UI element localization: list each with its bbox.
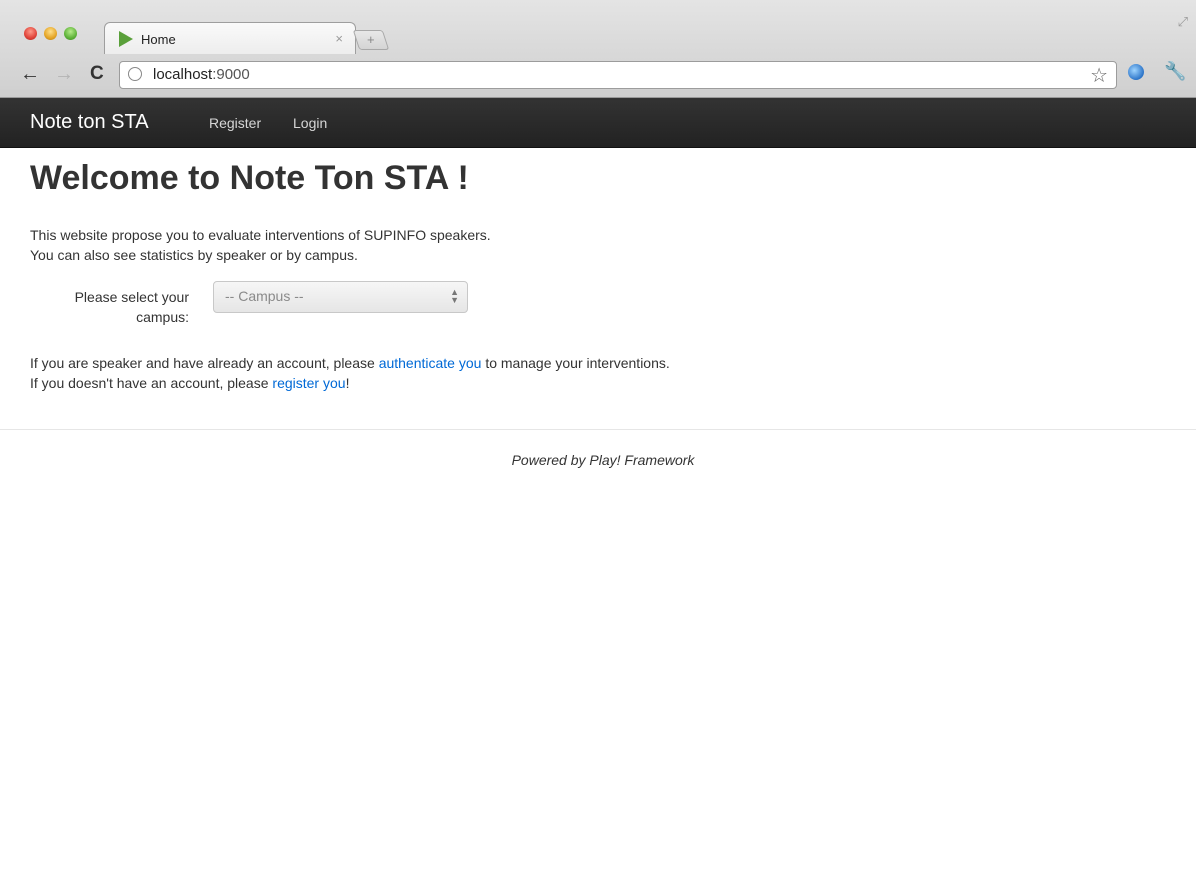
campus-label: Please select your campus: bbox=[74, 289, 189, 325]
wrench-icon[interactable]: 🔧 bbox=[1164, 61, 1186, 82]
plus-icon: + bbox=[367, 32, 375, 47]
campus-select[interactable]: -- Campus -- ▲ ▼ bbox=[213, 281, 468, 313]
globe-icon bbox=[128, 67, 142, 81]
site-navbar: Note ton STA Register Login bbox=[0, 98, 1196, 148]
info-line-authenticate: If you are speaker and have already an a… bbox=[30, 353, 670, 373]
url-text: localhost:9000 bbox=[153, 66, 250, 83]
info-text: ! bbox=[345, 375, 350, 391]
info-text: to manage your interventions. bbox=[481, 355, 670, 371]
account-info: If you are speaker and have already an a… bbox=[30, 353, 670, 393]
browser-toolbar: ← → C localhost:9000 ☆ 🔧 bbox=[0, 54, 1196, 97]
tab-title: Home bbox=[141, 32, 176, 47]
select-arrows-icon: ▲ ▼ bbox=[450, 287, 459, 305]
address-bar[interactable]: localhost:9000 ☆ bbox=[119, 61, 1117, 89]
forward-arrow-icon[interactable]: → bbox=[54, 61, 74, 87]
nav-register-link[interactable]: Register bbox=[209, 115, 261, 131]
zoom-window-button[interactable] bbox=[64, 27, 77, 40]
info-text: If you are speaker and have already an a… bbox=[30, 355, 379, 371]
minimize-window-button[interactable] bbox=[44, 27, 57, 40]
register-link[interactable]: register you bbox=[272, 375, 345, 391]
new-tab-button[interactable]: + bbox=[352, 30, 390, 50]
intro-text: This website propose you to evaluate int… bbox=[30, 225, 491, 265]
brand-logo[interactable]: Note ton STA bbox=[30, 111, 149, 134]
nav-login-link[interactable]: Login bbox=[293, 115, 327, 131]
campus-select-value: -- Campus -- bbox=[225, 288, 304, 304]
url-port: :9000 bbox=[212, 66, 250, 83]
footer-text: Powered by Play! Framework bbox=[511, 452, 695, 468]
intro-line: You can also see statistics by speaker o… bbox=[30, 247, 358, 263]
extension-globe-icon[interactable] bbox=[1128, 64, 1144, 80]
close-window-button[interactable] bbox=[24, 27, 37, 40]
back-arrow-icon[interactable]: ← bbox=[20, 61, 40, 87]
play-favicon-icon bbox=[119, 31, 133, 47]
bookmark-star-icon[interactable]: ☆ bbox=[1090, 63, 1108, 88]
page-title: Welcome to Note Ton STA ! bbox=[30, 159, 469, 197]
intro-line: This website propose you to evaluate int… bbox=[30, 227, 491, 243]
footer-divider bbox=[0, 429, 1196, 430]
reload-icon[interactable]: C bbox=[90, 61, 104, 87]
info-text: If you doesn't have an account, please bbox=[30, 375, 273, 391]
fullscreen-icon[interactable]: ⤢ bbox=[1178, 14, 1188, 30]
browser-tab[interactable]: Home × bbox=[104, 22, 356, 54]
tab-close-icon[interactable]: × bbox=[335, 31, 343, 46]
info-line-register: If you doesn't have an account, please r… bbox=[30, 373, 670, 393]
browser-chrome: Home × + ⤢ ← → C localhost:9000 ☆ 🔧 bbox=[0, 0, 1196, 98]
url-host: localhost bbox=[153, 66, 213, 83]
authenticate-link[interactable]: authenticate you bbox=[379, 355, 482, 371]
